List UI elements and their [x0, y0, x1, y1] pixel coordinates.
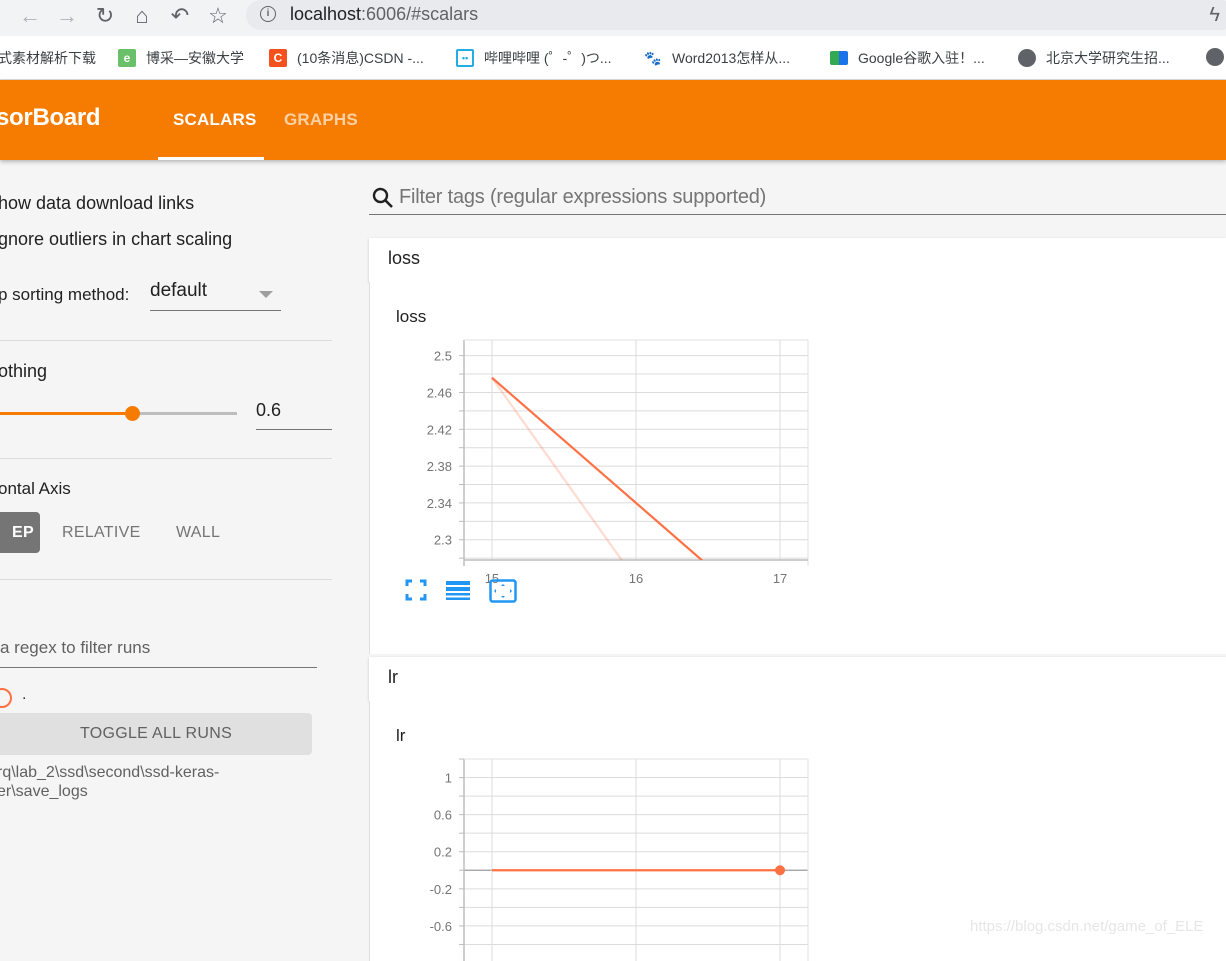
undo-icon[interactable]: ↶: [165, 3, 195, 29]
bookmark-item[interactable]: 🐾 Word2013怎样从...: [644, 48, 790, 68]
book-icon: [830, 51, 848, 65]
back-icon[interactable]: ←: [15, 3, 45, 29]
horizontal-axis-label: ontal Axis: [0, 479, 71, 498]
category-header-loss[interactable]: loss: [369, 238, 1226, 282]
bookmark-item[interactable]: [1206, 48, 1226, 66]
bookmarks-bar: 式素材解析下载 e 博采—安徽大学 C (10条消息)CSDN -... •• 哔哩哔…: [0, 36, 1226, 80]
smoothing-label: othing: [0, 361, 48, 381]
ignore-outliers-checkbox[interactable]: gnore outliers in chart scaling: [0, 229, 232, 250]
x-tick-label: 17: [773, 571, 787, 586]
bookmark-item[interactable]: 北京大学研究生招...: [1018, 48, 1170, 68]
sorting-method-value: default: [150, 280, 208, 301]
tag-filter-input[interactable]: Filter tags (regular expressions support…: [369, 182, 1226, 215]
y-tick-label: 0.6: [434, 808, 452, 823]
bookmark-item[interactable]: •• 哔哩哔哩 (゜-゜)つ...: [456, 48, 612, 68]
axis-relative-button[interactable]: RELATIVE: [62, 512, 141, 553]
y-tick-label: 2.38: [427, 459, 452, 474]
expand-icon[interactable]: [405, 579, 427, 601]
logdir-line: er\save_logs: [0, 783, 88, 800]
fit-domain-icon[interactable]: [489, 579, 517, 603]
chevron-down-icon: [259, 291, 273, 298]
smoothing-slider[interactable]: [0, 406, 237, 421]
bookmark-item[interactable]: 式素材解析下载: [0, 48, 96, 68]
category-header-lr[interactable]: lr: [369, 657, 1226, 701]
csdn-icon: C: [269, 49, 287, 67]
y-tick-label: 2.3: [434, 533, 452, 548]
y-tick-label: 1: [445, 771, 452, 786]
run-toggle-checkbox[interactable]: [0, 688, 12, 708]
star-icon[interactable]: ☆: [203, 3, 233, 29]
y-tick-label: -0.2: [430, 882, 452, 897]
divider: [0, 458, 332, 459]
bookmark-item[interactable]: Google谷歌入驻！...: [830, 48, 985, 68]
loss-chart[interactable]: 2.52.462.422.382.342.315 16 17: [370, 282, 830, 602]
y-tick-label: 2.34: [427, 496, 452, 511]
data-table-icon[interactable]: [445, 579, 471, 601]
slider-handle[interactable]: [125, 406, 141, 421]
bookmark-item[interactable]: e 博采—安徽大学: [118, 48, 244, 68]
search-icon: [372, 187, 393, 208]
toggle-all-runs-button[interactable]: TOGGLE ALL RUNS: [0, 713, 312, 755]
y-tick-label: 0.2: [434, 845, 452, 860]
sidebar: how data download links gnore outliers i…: [0, 160, 345, 947]
tab-graphs[interactable]: GRAPHS: [284, 110, 358, 130]
url-text: localhost:6006/#scalars: [290, 4, 479, 24]
chart-card-loss: loss 2.5 2.46 2.42 2.38 2.34 2.3 15 16 17: [369, 282, 1226, 654]
globe-icon: [1018, 49, 1036, 67]
sorting-method-label: p sorting method:: [0, 285, 130, 304]
sorting-method-select[interactable]: default: [150, 280, 281, 311]
green-e-icon: e: [118, 49, 136, 67]
info-icon[interactable]: i: [260, 6, 276, 22]
main-content: Filter tags (regular expressions support…: [369, 160, 1226, 961]
data-point: [775, 865, 786, 876]
axis-step-button[interactable]: EP: [0, 512, 40, 553]
y-tick-label: -0.6: [430, 919, 452, 934]
series-group: [491, 865, 786, 876]
home-icon[interactable]: ⌂: [127, 3, 157, 29]
slider-fill: [0, 412, 133, 415]
y-tick-label: 2.5: [434, 349, 452, 364]
y-tick-label: 2.42: [427, 422, 452, 437]
divider: [0, 579, 332, 580]
extension-bolt-icon[interactable]: ϟ: [1209, 4, 1220, 27]
reload-icon[interactable]: ↻: [90, 3, 120, 29]
x-tick-label: 16: [629, 571, 643, 586]
run-name: .: [22, 686, 27, 703]
category-name: lr: [388, 667, 398, 687]
logdir-line: rq\lab_2\ssd\second\ssd-keras-: [0, 764, 220, 781]
run-filter-input[interactable]: a regex to filter runs: [0, 638, 317, 668]
logdir-path: rq\lab_2\ssd\second\ssd-keras- er\save_l…: [0, 763, 327, 801]
filter-placeholder: Filter tags (regular expressions support…: [399, 186, 767, 208]
y-tick-label: 2.46: [427, 385, 452, 400]
forward-icon[interactable]: →: [52, 3, 82, 29]
browser-toolbar: ← → ↻ ⌂ ↶ ☆ i localhost:6006/#scalars ϟ: [0, 0, 1226, 36]
category-name: loss: [388, 248, 421, 268]
tab-scalars[interactable]: SCALARS: [173, 110, 257, 130]
axis-wall-button[interactable]: WALL: [176, 512, 220, 553]
baidu-icon: 🐾: [644, 49, 662, 67]
bookmark-item[interactable]: C (10条消息)CSDN -...: [269, 48, 424, 68]
address-bar[interactable]: i localhost:6006/#scalars: [246, 0, 1226, 30]
watermark: https://blog.csdn.net/game_of_ELE: [970, 918, 1204, 935]
divider: [0, 340, 332, 341]
show-download-links-checkbox[interactable]: how data download links: [0, 193, 194, 214]
app-title: sorBoard: [0, 104, 101, 131]
tensorboard-header: sorBoard SCALARS GRAPHS: [0, 80, 1226, 160]
smoothing-input[interactable]: 0.6: [256, 400, 332, 430]
globe-icon: [1206, 48, 1224, 66]
lr-chart[interactable]: 1 0.6 0.2 -0.2 -0.6: [370, 701, 830, 961]
bilibili-icon: ••: [456, 49, 474, 67]
chart-actions: [405, 579, 517, 603]
